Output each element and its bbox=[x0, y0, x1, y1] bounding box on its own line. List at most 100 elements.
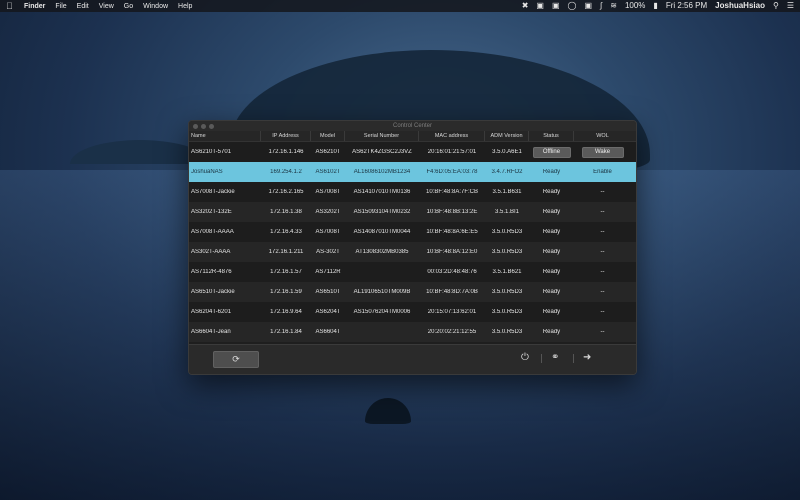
toolbar-divider bbox=[573, 354, 574, 363]
table-row[interactable]: AS6604T-Jean 172.16.1.84 AS6604T 20:20:02:2… bbox=[189, 322, 636, 342]
cell-mac-address: 10:BF:48:8A:6E:E5 bbox=[426, 229, 478, 235]
cell-wol: -- bbox=[600, 309, 605, 315]
battery-icon[interactable]: ▮ bbox=[653, 1, 657, 11]
cell-status: Ready bbox=[542, 289, 561, 295]
power-icon[interactable]: ⏻ bbox=[521, 352, 529, 364]
cell-name: AS302T-AAAA bbox=[191, 249, 231, 255]
cell-model: AS6604T bbox=[315, 329, 341, 335]
menu-edit[interactable]: Edit bbox=[77, 3, 89, 10]
header-status[interactable]: Status bbox=[529, 131, 574, 141]
apple-icon[interactable]:  bbox=[6, 1, 14, 11]
bluetooth-icon[interactable]: ∫ bbox=[600, 1, 602, 11]
cell-mac-address: 20:15:07:13:62:01 bbox=[427, 309, 477, 315]
cell-serial-number: AT1308302MB0385 bbox=[355, 249, 409, 255]
table-row[interactable]: AS6204T-6201 172.16.9.64 AS6204T AS15076204… bbox=[189, 302, 636, 322]
arrow-right-icon[interactable]: ➜ bbox=[583, 352, 591, 364]
offline-button[interactable]: Offline bbox=[532, 146, 571, 158]
cell-name: AS6604T-Jean bbox=[191, 329, 231, 335]
cell-ip-address: 172.16.1.57 bbox=[270, 269, 302, 275]
menu-help[interactable]: Help bbox=[178, 3, 192, 10]
cell-status: Ready bbox=[542, 189, 561, 195]
cell-ip-address: 172.16.9.64 bbox=[270, 309, 302, 315]
link-icon[interactable]: ⚭ bbox=[551, 352, 559, 364]
table-header: Name IP Address Model Serial Number MAC … bbox=[189, 131, 636, 142]
table-row[interactable]: AS302T-AAAA 172.16.1.211 AS-302T AT1308302M… bbox=[189, 242, 636, 262]
asustor-icon[interactable]: ✖ bbox=[522, 1, 529, 11]
menu-view[interactable]: View bbox=[99, 3, 114, 10]
airplay-icon[interactable]: ▣ bbox=[552, 1, 560, 11]
cell-adm-version: 3.5.0.R5D3 bbox=[491, 249, 523, 255]
cell-wol: -- bbox=[600, 249, 605, 255]
battery-label[interactable]: 100% bbox=[625, 1, 645, 11]
cast-icon[interactable]: ▣ bbox=[536, 1, 544, 11]
cell-adm-version: 3.4.7.RFO2 bbox=[491, 169, 523, 175]
cell-status: Ready bbox=[542, 329, 561, 335]
header-adm-version[interactable]: ADM Version bbox=[485, 131, 529, 141]
spotlight-icon[interactable]: ⚲ bbox=[773, 1, 779, 11]
cell-ip-address: 172.16.1.146 bbox=[268, 149, 304, 155]
cell-ip-address: 172.16.1.38 bbox=[270, 209, 302, 215]
cell-mac-address: 10:BF:48:8A:7F:CB bbox=[425, 189, 479, 195]
cell-wol: -- bbox=[600, 229, 605, 235]
cell-ip-address: 172.16.1.84 bbox=[270, 329, 302, 335]
table-row[interactable]: AS7008T-AAAA 172.16.4.33 AS7008T AS14087010… bbox=[189, 222, 636, 242]
cell-status: Ready bbox=[542, 269, 561, 275]
cell-name: AS6204T-6201 bbox=[191, 309, 232, 315]
menu-window[interactable]: Window bbox=[143, 3, 168, 10]
toolbar-divider bbox=[541, 354, 542, 363]
cell-serial-number: AS14087010TM0044 bbox=[353, 229, 411, 235]
header-mac-address[interactable]: MAC address bbox=[419, 131, 485, 141]
cell-status: Ready bbox=[542, 309, 561, 315]
status-area: ✖ ▣ ▣ ◯ ▣ ∫ ≋ 100% ▮ Fri 2:56 PM JoshuaH… bbox=[522, 1, 794, 11]
cell-model: AS6204T bbox=[315, 309, 341, 315]
header-model[interactable]: Model bbox=[311, 131, 345, 141]
cell-mac-address: 20:16:01:21:57:01 bbox=[427, 149, 477, 155]
header-name[interactable]: Name bbox=[189, 131, 261, 141]
cell-name: AS6510T-Jackie bbox=[191, 289, 235, 295]
table-row[interactable]: AS7112R-4876 172.16.1.57 AS7112R 00:03:2D:4… bbox=[189, 262, 636, 282]
cell-wol: -- bbox=[600, 289, 605, 295]
header-ip-address[interactable]: IP Address bbox=[261, 131, 311, 141]
cell-wol: Enable bbox=[593, 169, 612, 175]
wake-button[interactable]: Wake bbox=[581, 146, 624, 158]
cell-model: AS6510T bbox=[315, 289, 341, 295]
cell-model: AS6102T bbox=[315, 169, 341, 175]
menu-file[interactable]: File bbox=[55, 3, 66, 10]
cell-ip-address: 172.16.4.33 bbox=[270, 229, 302, 235]
cell-mac-address: 00:03:2D:48:48:76 bbox=[427, 269, 477, 275]
cell-name: AS7008T-Jackie bbox=[191, 189, 235, 195]
cell-serial-number: AL19106510TM009B bbox=[353, 289, 411, 295]
cell-wol: -- bbox=[600, 209, 605, 215]
cell-wol: -- bbox=[600, 269, 605, 275]
cell-name: AS6210T-5701 bbox=[191, 149, 232, 155]
cell-status: Ready bbox=[542, 169, 561, 175]
cell-adm-version: 3.5.0.R5D3 bbox=[491, 289, 523, 295]
cell-status: Ready bbox=[542, 209, 561, 215]
cell-wol: Wake bbox=[574, 146, 631, 158]
table-row[interactable]: AS6510T-Jackie 172.16.1.59 AS6510T AL191065… bbox=[189, 282, 636, 302]
app-badge-icon[interactable]: ▣ bbox=[584, 1, 592, 11]
table-row[interactable]: AS6210T-5701 172.16.1.146 AS6210T AS62TK4ZG… bbox=[189, 142, 636, 162]
cell-mac-address: 10:BF:48:8B:13:2E bbox=[426, 209, 478, 215]
cell-model: AS7008T bbox=[315, 189, 341, 195]
table-row[interactable]: AS7008T-Jackie 172.16.2.165 AS7008T AS14107… bbox=[189, 182, 636, 202]
menu-go[interactable]: Go bbox=[124, 3, 133, 10]
cell-ip-address: 172.16.2.165 bbox=[268, 189, 304, 195]
header-wol[interactable]: WOL bbox=[574, 131, 631, 141]
title-bar[interactable]: Control Center bbox=[189, 121, 636, 131]
cell-serial-number: AS15093104TM0232 bbox=[353, 209, 411, 215]
cell-name: AS7112R-4876 bbox=[191, 269, 232, 275]
wifi-icon[interactable]: ≋ bbox=[610, 1, 617, 11]
table-row[interactable]: AS3202T-132E 172.16.1.38 AS3202T AS15093104… bbox=[189, 202, 636, 222]
cell-model: AS7112R bbox=[315, 269, 341, 275]
cell-model: AS3202T bbox=[315, 209, 341, 215]
cell-adm-version: 3.5.0.R5D3 bbox=[491, 229, 523, 235]
notification-center-icon[interactable]: ☰ bbox=[787, 1, 794, 11]
table-row[interactable]: JoshuaNAS 169.254.1.2 AS6102T AL16086102MB1… bbox=[189, 162, 636, 182]
time-machine-icon[interactable]: ◯ bbox=[568, 1, 577, 11]
refresh-button[interactable]: ⟳ bbox=[213, 351, 259, 368]
user-name[interactable]: JoshuaHsiao bbox=[715, 1, 765, 11]
menu-app-name[interactable]: Finder bbox=[24, 3, 45, 10]
header-serial-number[interactable]: Serial Number bbox=[345, 131, 419, 141]
clock[interactable]: Fri 2:56 PM bbox=[666, 1, 707, 11]
